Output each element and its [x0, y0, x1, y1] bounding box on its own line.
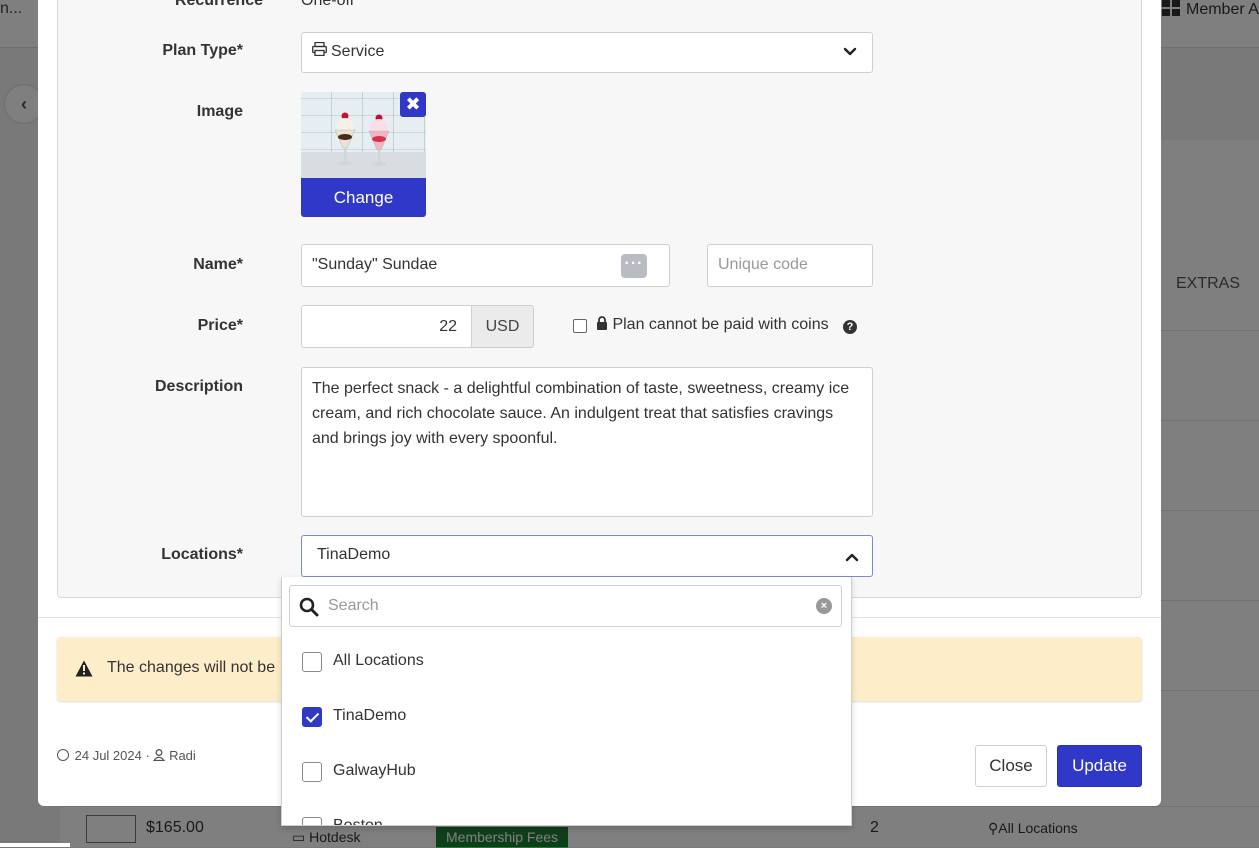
locations-label: Locations*: [161, 546, 243, 563]
unique-code-input[interactable]: Unique code: [707, 244, 873, 287]
change-image-button[interactable]: Change: [301, 178, 426, 217]
location-checkbox[interactable]: [302, 762, 322, 782]
coins-checkbox-label[interactable]: Plan cannot be paid with coins: [596, 316, 829, 334]
plan-form-panel: Recurrence One-off Plan Type* Service Im…: [57, 0, 1142, 598]
separator-dot: ·: [145, 748, 154, 763]
modified-user: Radi: [169, 748, 196, 763]
currency-addon: USD: [471, 305, 534, 348]
locations-search-input[interactable]: Search ×: [289, 585, 842, 627]
locations-dropdown: Search × All Locations TinaDemo GalwayHu…: [281, 577, 852, 826]
modification-info: 24 Jul 2024 · Radi: [57, 748, 196, 763]
name-input[interactable]: "Sunday" Sundae ···: [301, 244, 670, 287]
location-option-label: Boston: [333, 817, 383, 826]
location-option-label: TinaDemo: [333, 707, 407, 724]
name-label: Name*: [193, 256, 243, 273]
sundae-illustration: [334, 112, 390, 166]
plan-type-value: Service: [331, 43, 385, 60]
location-checkbox[interactable]: [302, 707, 322, 727]
clear-search-icon[interactable]: ×: [816, 598, 832, 614]
more-options-icon[interactable]: ···: [621, 254, 647, 278]
recurrence-value: One-off: [301, 0, 355, 9]
user-icon: [153, 749, 166, 762]
price-input[interactable]: 22: [301, 305, 472, 348]
locations-select[interactable]: TinaDemo: [301, 535, 873, 577]
location-option-label: All Locations: [333, 652, 424, 669]
image-label: Image: [196, 103, 243, 120]
coins-checkbox[interactable]: [573, 319, 587, 333]
search-icon: [299, 597, 319, 617]
location-option-label: GalwayHub: [333, 762, 416, 779]
chevron-down-icon: [843, 47, 857, 56]
modified-date: 24 Jul 2024: [74, 748, 142, 763]
warning-icon: [75, 660, 93, 677]
lock-icon: [597, 316, 607, 330]
recurrence-label: Recurrence: [174, 0, 263, 9]
update-button[interactable]: Update: [1057, 745, 1142, 787]
plan-type-label: Plan Type*: [162, 42, 243, 59]
warning-text: The changes will not be: [107, 659, 276, 676]
locations-value: TinaDemo: [317, 546, 391, 563]
location-checkbox[interactable]: [302, 652, 322, 672]
close-icon: ✖: [405, 94, 421, 114]
price-label: Price*: [197, 317, 243, 334]
clock-icon: [57, 749, 69, 761]
location-checkbox[interactable]: [302, 817, 322, 825]
description-textarea[interactable]: The perfect snack - a delightful combina…: [301, 367, 873, 517]
close-button[interactable]: Close: [975, 745, 1047, 787]
bottom-bar: [0, 843, 70, 847]
printer-icon: [312, 41, 328, 60]
description-label: Description: [154, 378, 243, 395]
plan-type-select[interactable]: Service: [301, 32, 873, 73]
remove-image-button[interactable]: ✖: [400, 92, 426, 117]
help-icon[interactable]: ?: [843, 320, 857, 334]
search-placeholder: Search: [328, 597, 379, 614]
chevron-up-icon: [845, 553, 859, 562]
name-value: "Sunday" Sundae: [312, 256, 438, 273]
